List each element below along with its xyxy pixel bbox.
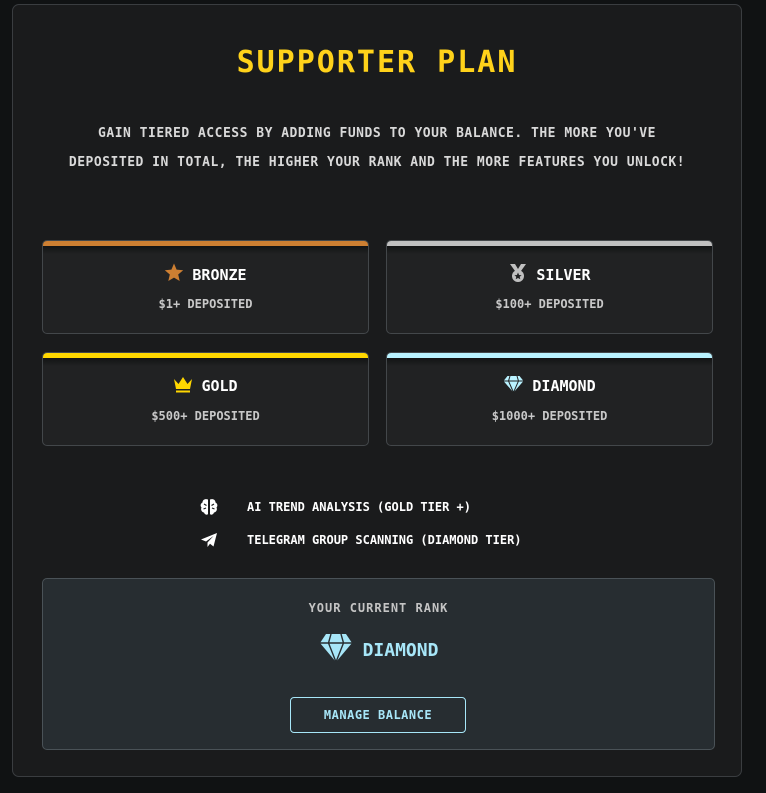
- current-rank-box: Your Current Rank Diamond Manage Balance: [42, 578, 715, 750]
- supporter-plan-panel: Supporter Plan Gain tiered access by add…: [12, 4, 742, 777]
- tier-requirement: $100+ Deposited: [495, 297, 604, 311]
- tier-name: Diamond: [532, 377, 596, 395]
- medal-icon: [508, 263, 528, 287]
- plan-description: Gain tiered access by adding funds to yo…: [68, 126, 686, 170]
- star-icon: [164, 263, 184, 286]
- crown-icon: [173, 375, 193, 397]
- tier-card-silver: Silver $100+ Deposited: [386, 240, 713, 334]
- feature-text: Telegram Group Scanning (Diamond Tier): [247, 533, 522, 547]
- tier-requirement: $500+ Deposited: [151, 409, 260, 423]
- feature-ai-trend: AI Trend Analysis (Gold Tier +): [197, 498, 471, 516]
- tier-requirement: $1000+ Deposited: [491, 409, 608, 423]
- diamond-icon: [503, 375, 524, 397]
- tier-color-bar: [43, 241, 368, 254]
- tier-card-gold: Gold $500+ Deposited: [42, 352, 369, 446]
- page-title: Supporter Plan: [236, 45, 518, 80]
- current-rank-value: Diamond: [362, 640, 439, 661]
- telegram-icon: [197, 531, 221, 549]
- feature-text: AI Trend Analysis (Gold Tier +): [247, 500, 471, 514]
- tier-color-bar: [387, 353, 712, 366]
- brain-icon: [197, 498, 221, 516]
- tier-requirement: $1+ Deposited: [158, 297, 253, 311]
- tier-name: Gold: [201, 377, 238, 395]
- tier-name: Bronze: [192, 265, 247, 284]
- tier-name: Silver: [536, 266, 591, 284]
- feature-telegram: Telegram Group Scanning (Diamond Tier): [197, 531, 522, 549]
- diamond-icon: [319, 633, 353, 668]
- manage-balance-button[interactable]: Manage Balance: [290, 697, 466, 733]
- tier-color-bar: [387, 241, 712, 254]
- tier-card-diamond: Diamond $1000+ Deposited: [386, 352, 713, 446]
- current-rank-label: Your Current Rank: [308, 601, 449, 615]
- tier-card-bronze: Bronze $1+ Deposited: [42, 240, 369, 334]
- tier-color-bar: [43, 353, 368, 366]
